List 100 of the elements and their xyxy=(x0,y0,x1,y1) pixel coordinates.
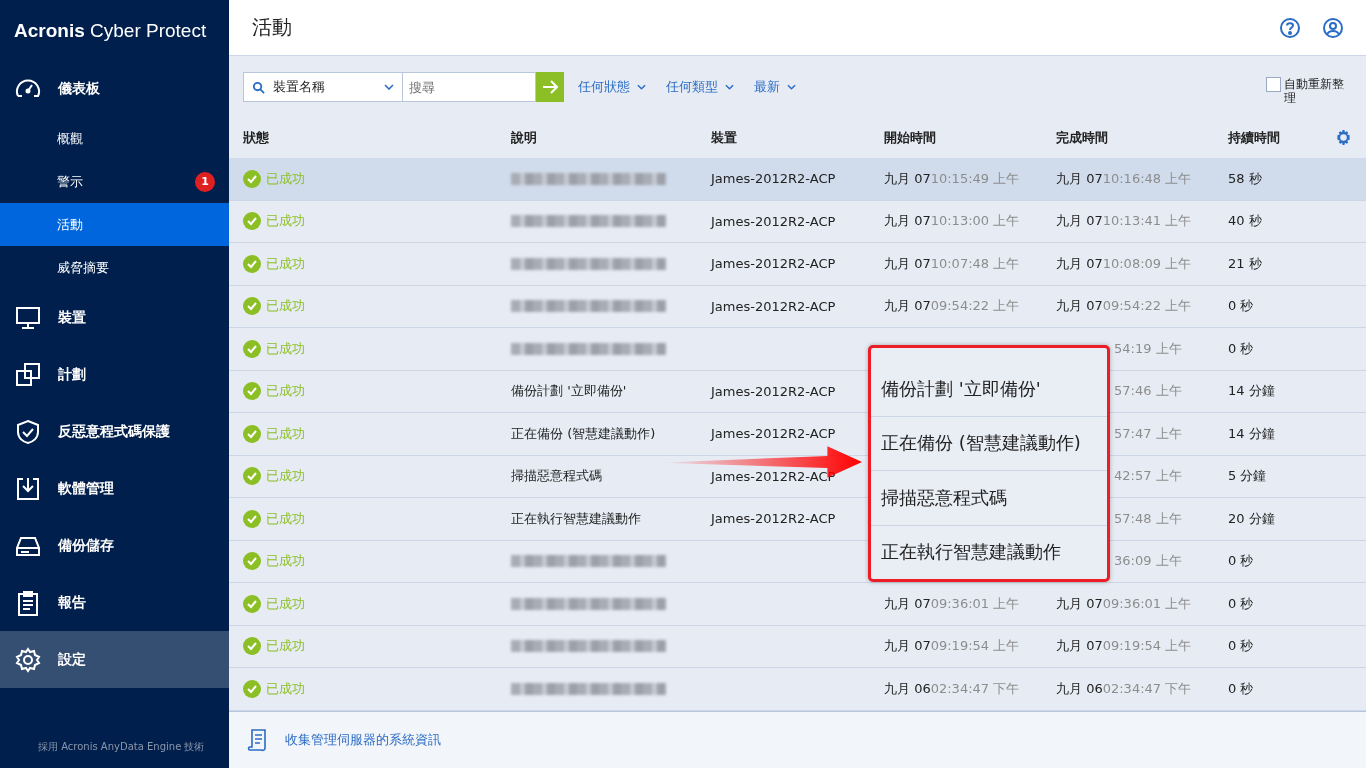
table-cell: 57:47 上午 xyxy=(1114,424,1182,443)
scroll-icon xyxy=(247,728,267,752)
caret-icon xyxy=(725,84,734,90)
column-header[interactable]: 狀態 xyxy=(243,129,511,147)
auto-refresh-label: 自動重新整理 xyxy=(1284,77,1345,105)
success-icon xyxy=(243,339,261,358)
status-text: 已成功 xyxy=(266,679,305,698)
table-cell: 57:46 上午 xyxy=(1114,382,1182,401)
sidebar-item[interactable]: 警示 1 xyxy=(0,160,229,203)
table-cell: James-2012R2-ACP xyxy=(711,426,836,442)
status-text: 已成功 xyxy=(266,382,305,401)
account-icon[interactable] xyxy=(1322,16,1344,39)
table-cell: 九月 0709:19:54 上午 xyxy=(1056,637,1192,656)
table-cell: 九月 0602:34:47 下午 xyxy=(1056,679,1192,698)
callout-text: 掃描惡意程式碼 xyxy=(871,471,1107,526)
table-cell: 0 秒 xyxy=(1228,339,1254,358)
table-cell: 20 分鐘 xyxy=(1228,509,1275,528)
table-cell: 掃描惡意程式碼 xyxy=(511,467,602,486)
table-cell: 九月 0709:19:54 上午 xyxy=(884,637,1020,656)
powered-by-text: 採用 Acronis AnyData Engine 技術 xyxy=(37,740,206,754)
table-cell: 36:09 上午 xyxy=(1114,552,1182,571)
status-text: 已成功 xyxy=(266,297,305,316)
sidebar-item[interactable]: 儀表板 xyxy=(0,60,229,117)
sidebar-item[interactable]: 設定 xyxy=(0,631,229,688)
table-cell: 0 秒 xyxy=(1228,552,1254,571)
callout-text: 備份計劃 '立即備份' xyxy=(871,362,1107,417)
table-row[interactable]: 已成功 九月 0709:19:54 上午 九月 0709:19:54 上午 0 秒 xyxy=(229,625,1366,668)
sidebar-item[interactable]: 報告 xyxy=(0,574,229,631)
success-icon xyxy=(243,467,261,486)
table-cell: 14 分鐘 xyxy=(1228,382,1275,401)
success-icon xyxy=(243,424,261,443)
success-icon xyxy=(243,637,261,656)
success-icon xyxy=(243,382,261,401)
column-header[interactable]: 完成時間 xyxy=(1056,129,1228,147)
callout-text: 正在執行智慧建議動作 xyxy=(880,540,1062,565)
filter-dropdown[interactable]: 最新 xyxy=(754,78,796,96)
table-cell: 九月 0710:13:00 上午 xyxy=(884,212,1020,231)
table-cell: 14 分鐘 xyxy=(1228,424,1275,443)
sidebar-item[interactable]: 裝置 xyxy=(0,289,229,346)
collect-info-link[interactable]: 收集管理伺服器的系統資訊 xyxy=(285,731,441,749)
table-row[interactable]: 已成功 九月 0709:36:01 上午 九月 0709:36:01 上午 0 秒 xyxy=(229,583,1366,626)
sidebar-item[interactable]: 軟體管理 xyxy=(0,460,229,517)
table-cell: 正在備份 (智慧建議動作) xyxy=(511,424,656,443)
table-cell: 九月 0710:13:41 上午 xyxy=(1056,212,1192,231)
table-cell: 40 秒 xyxy=(1228,212,1262,231)
table-cell: James-2012R2-ACP xyxy=(711,383,836,399)
table-cell: 九月 0602:34:47 下午 xyxy=(884,679,1020,698)
table-cell: James-2012R2-ACP xyxy=(711,298,836,314)
table-cell: 0 秒 xyxy=(1228,594,1254,613)
settings-icon xyxy=(14,645,42,674)
page-title: 活動 xyxy=(252,14,292,41)
success-icon xyxy=(243,594,261,613)
auto-refresh-checkbox[interactable] xyxy=(1266,77,1281,92)
sidebar-item[interactable]: 威脅摘要 xyxy=(0,246,229,289)
status-text: 已成功 xyxy=(266,637,305,656)
status-text: 已成功 xyxy=(266,339,305,358)
table-cell: 5 分鐘 xyxy=(1228,467,1267,486)
success-icon xyxy=(243,212,261,231)
help-icon[interactable] xyxy=(1279,16,1301,39)
sidebar-item[interactable]: 備份儲存 xyxy=(0,517,229,574)
success-icon xyxy=(243,297,261,316)
status-text: 已成功 xyxy=(266,254,305,273)
table-cell: 54:19 上午 xyxy=(1114,339,1182,358)
table-cell: 九月 0710:15:49 上午 xyxy=(884,169,1020,188)
table-cell: 九月 0709:36:01 上午 xyxy=(1056,594,1192,613)
table-cell: 九月 0709:54:22 上午 xyxy=(884,297,1020,316)
table-cell: 57:48 上午 xyxy=(1114,509,1182,528)
table-row[interactable]: 已成功 九月 0602:34:47 下午 九月 0602:34:47 下午 0 秒 xyxy=(229,668,1366,711)
status-text: 已成功 xyxy=(266,169,305,188)
table-row[interactable]: 已成功 James-2012R2-ACP 九月 0710:07:48 上午 九月 0710:08:09 上午 21 秒 xyxy=(229,243,1366,286)
status-text: 已成功 xyxy=(266,509,305,528)
sidebar-item[interactable]: 計劃 xyxy=(0,346,229,403)
sidebar-item[interactable]: 概觀 xyxy=(0,117,229,160)
table-cell: 21 秒 xyxy=(1228,254,1262,273)
filter-dropdown[interactable]: 任何類型 xyxy=(666,78,734,96)
table-row[interactable]: 已成功 James-2012R2-ACP 九月 0709:54:22 上午 九月 0709:54:22 上午 0 秒 xyxy=(229,285,1366,328)
arrow-right-icon xyxy=(541,78,559,96)
table-row[interactable]: 已成功 James-2012R2-ACP 九月 0710:15:49 上午 九月 0710:16:48 上午 58 秒 xyxy=(229,158,1366,201)
column-header[interactable]: 裝置 xyxy=(711,129,884,147)
column-header[interactable]: 說明 xyxy=(511,129,711,147)
search-scope-dropdown[interactable]: 裝置名稱 xyxy=(243,72,403,102)
table-cell: 九月 0710:07:48 上午 xyxy=(884,254,1020,273)
column-header[interactable]: 開始時間 xyxy=(884,129,1056,147)
search-field[interactable]: 搜尋 xyxy=(403,72,536,102)
table-cell: 0 秒 xyxy=(1228,679,1254,698)
table-cell: 正在執行智慧建議動作 xyxy=(511,509,641,528)
table-cell: James-2012R2-ACP xyxy=(711,256,836,272)
success-icon xyxy=(243,552,261,571)
table-cell: James-2012R2-ACP xyxy=(711,213,836,229)
sidebar-item[interactable]: 活動 xyxy=(0,203,229,246)
status-text: 已成功 xyxy=(266,552,305,571)
settings-icon[interactable] xyxy=(1336,130,1351,145)
table-cell: 備份計劃 '立即備份' xyxy=(511,382,627,401)
table-row[interactable]: 已成功 James-2012R2-ACP 九月 0710:13:00 上午 九月 0710:13:41 上午 40 秒 xyxy=(229,200,1366,243)
success-icon xyxy=(243,509,261,528)
sidebar-item[interactable]: 反惡意程式碼保護 xyxy=(0,403,229,460)
alert-count-badge: 1 xyxy=(195,171,215,192)
table-cell: 58 秒 xyxy=(1228,169,1262,188)
filter-dropdown[interactable]: 任何狀態 xyxy=(578,78,646,96)
column-header[interactable]: 持續時間 xyxy=(1228,129,1366,147)
